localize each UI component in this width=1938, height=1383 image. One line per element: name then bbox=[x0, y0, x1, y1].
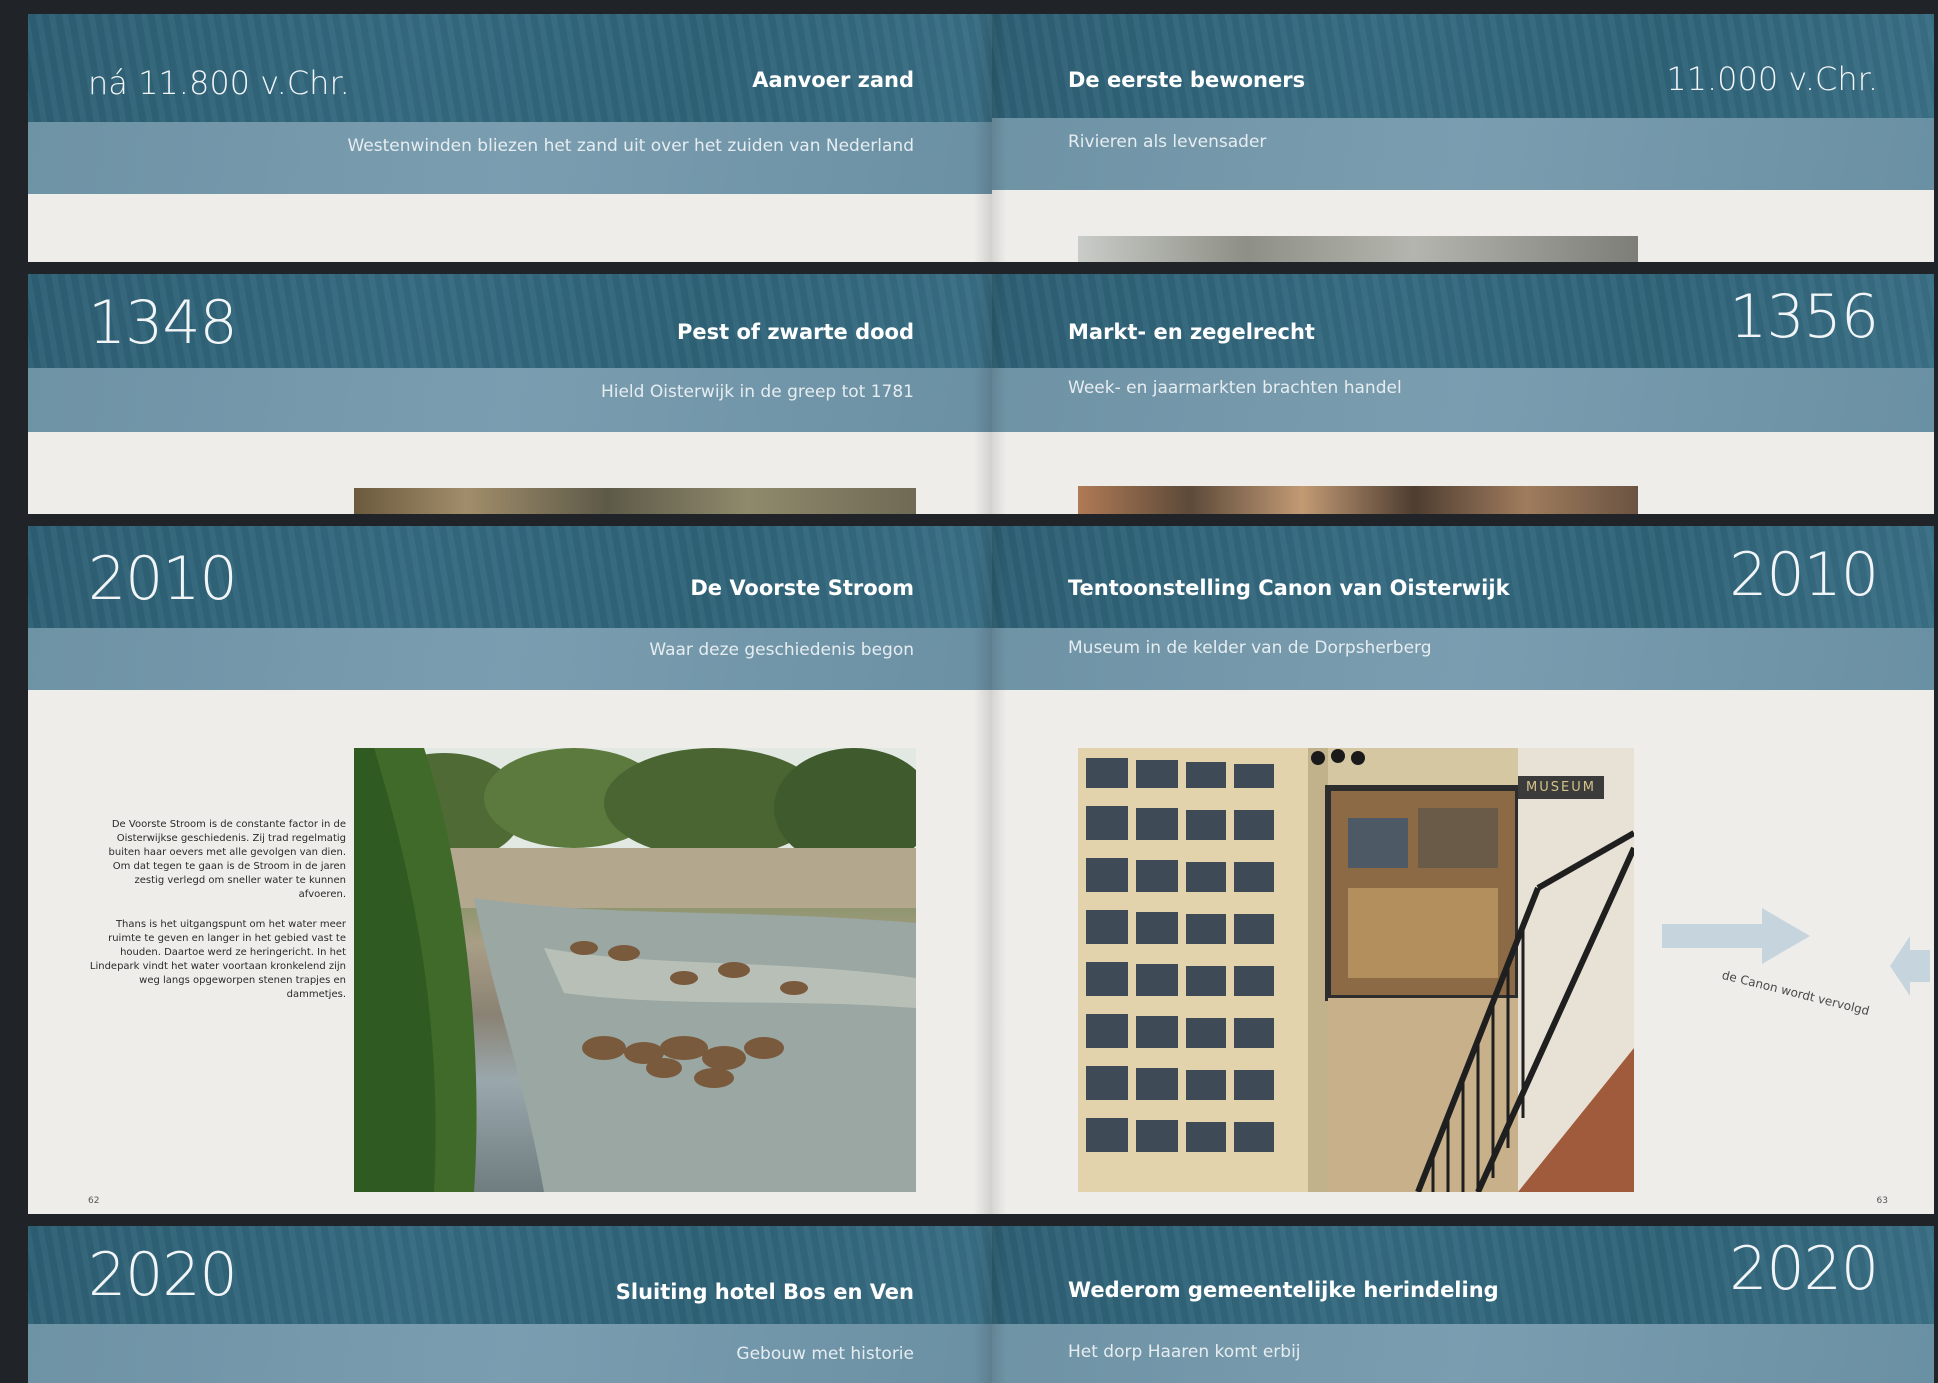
chapter-subtitle: Rivieren als levensader bbox=[1068, 132, 1267, 152]
chapter-title: Wederom gemeentelijke herindeling bbox=[1068, 1278, 1499, 1302]
museum-sign: MUSEUM bbox=[1518, 776, 1604, 799]
year: 2020 bbox=[88, 1240, 238, 1310]
spread-4: 2020 Sluiting hotel Bos en Ven Gebouw me… bbox=[0, 1214, 1938, 1383]
spread-4-left-page: 2020 Sluiting hotel Bos en Ven Gebouw me… bbox=[28, 1226, 992, 1383]
paragraph: De Voorste Stroom is de constante factor… bbox=[108, 819, 346, 900]
spread-1-left-page: ná 11.800 v.Chr. Aanvoer zand Westenwind… bbox=[28, 14, 992, 262]
photo-peek bbox=[354, 488, 916, 514]
year: ná 11.800 v.Chr. bbox=[88, 64, 350, 102]
chapter-title: Tentoonstelling Canon van Oisterwijk bbox=[1068, 576, 1510, 600]
year: 1348 bbox=[88, 288, 238, 358]
year: 2010 bbox=[1729, 540, 1879, 610]
chapter-subtitle: Week- en jaarmarkten brachten handel bbox=[1068, 378, 1402, 398]
museum-illustration bbox=[1078, 748, 1634, 1192]
spread-3: 2010 De Voorste Stroom Waar deze geschie… bbox=[0, 514, 1938, 1214]
spread-1-right-page: De eerste bewoners 11.000 v.Chr. Riviere… bbox=[992, 14, 1934, 262]
chapter-title: Aanvoer zand bbox=[752, 68, 914, 92]
museum-photo: MUSEUM bbox=[1078, 748, 1634, 1192]
year: 2010 bbox=[88, 544, 238, 614]
arrow-icon bbox=[1890, 936, 1930, 996]
spread-2: 1348 Pest of zwarte dood Hield Oisterwij… bbox=[0, 262, 1938, 514]
chapter-subtitle: Museum in de kelder van de Dorpsherberg bbox=[1068, 638, 1432, 658]
chapter-subtitle: Het dorp Haaren komt erbij bbox=[1068, 1342, 1301, 1362]
year: 1356 bbox=[1729, 282, 1879, 352]
spread-3-right-page: Tentoonstelling Canon van Oisterwijk 201… bbox=[992, 526, 1934, 1214]
chapter-subtitle: Waar deze geschiedenis begon bbox=[649, 640, 914, 660]
chapter-subtitle: Gebouw met historie bbox=[736, 1344, 914, 1364]
photo-peek bbox=[1078, 486, 1638, 514]
page-number: 62 bbox=[88, 1196, 100, 1206]
photo-peek bbox=[1078, 236, 1638, 262]
river-illustration bbox=[354, 748, 916, 1192]
chapter-title: De Voorste Stroom bbox=[690, 576, 914, 600]
spread-4-right-page: Wederom gemeentelijke herindeling 2020 H… bbox=[992, 1226, 1934, 1383]
spread-1: ná 11.800 v.Chr. Aanvoer zand Westenwind… bbox=[0, 0, 1938, 262]
chapter-title: Markt- en zegelrecht bbox=[1068, 320, 1315, 344]
spread-2-left-page: 1348 Pest of zwarte dood Hield Oisterwij… bbox=[28, 274, 992, 514]
chapter-subtitle: Hield Oisterwijk in de greep tot 1781 bbox=[600, 382, 914, 402]
year: 2020 bbox=[1729, 1234, 1879, 1304]
spread-3-left-page: 2010 De Voorste Stroom Waar deze geschie… bbox=[28, 526, 992, 1214]
arrow-icon bbox=[1662, 908, 1810, 964]
spread-2-right-page: Markt- en zegelrecht 1356 Week- en jaarm… bbox=[992, 274, 1934, 514]
chapter-title: Sluiting hotel Bos en Ven bbox=[615, 1280, 914, 1304]
chapter-subtitle: Westenwinden bliezen het zand uit over h… bbox=[347, 136, 914, 156]
paragraph: Thans is het uitgangspunt om het water m… bbox=[89, 919, 346, 1000]
year: 11.000 v.Chr. bbox=[1666, 60, 1878, 98]
article-text: De Voorste Stroom is de constante factor… bbox=[88, 818, 346, 1018]
page-number: 63 bbox=[1876, 1196, 1888, 1206]
chapter-title: De eerste bewoners bbox=[1068, 68, 1306, 92]
river-photo bbox=[354, 748, 916, 1192]
chapter-title: Pest of zwarte dood bbox=[676, 320, 914, 344]
continued-note: de Canon wordt vervolgd bbox=[1720, 967, 1871, 1019]
